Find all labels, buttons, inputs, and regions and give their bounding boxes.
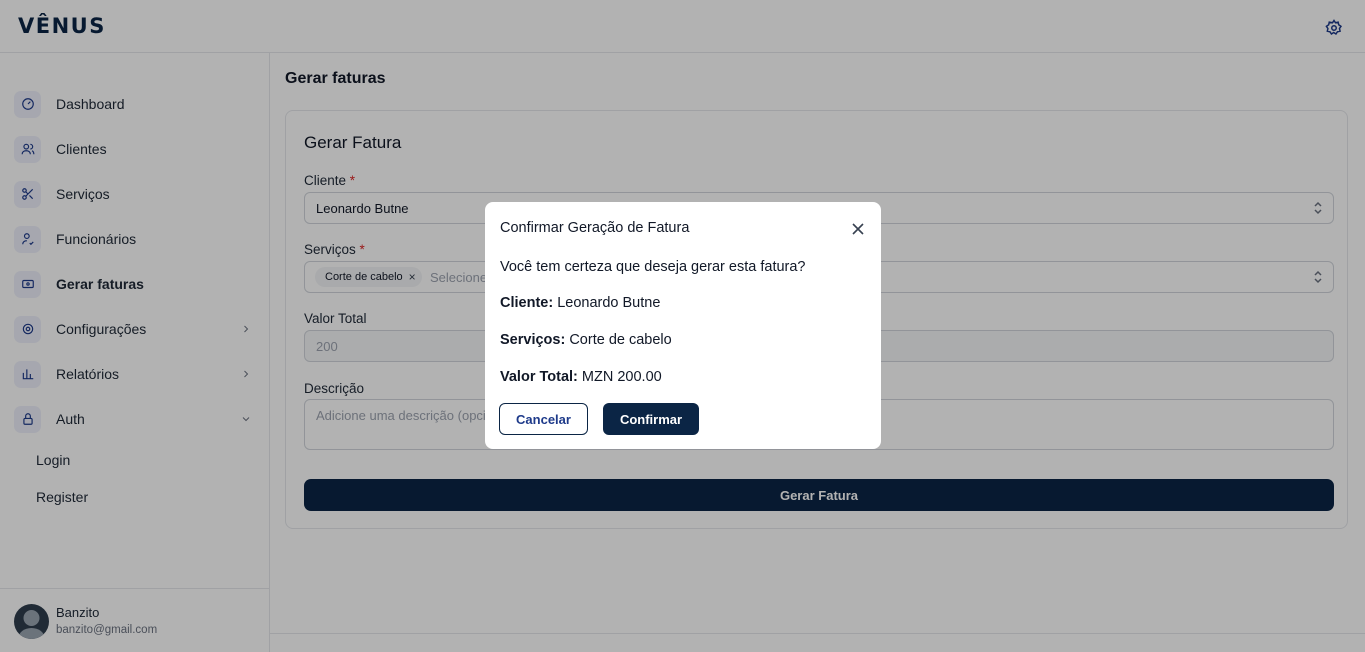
modal-servicos-row: Serviços: Corte de cabelo [500, 332, 672, 348]
modal-cliente-row: Cliente: Leonardo Butne [500, 295, 661, 311]
confirm-modal: Confirmar Geração de Fatura Você tem cer… [485, 202, 881, 449]
confirm-button[interactable]: Confirmar [603, 403, 699, 435]
modal-title: Confirmar Geração de Fatura [500, 220, 690, 236]
close-icon[interactable] [851, 222, 865, 236]
modal-valor-row: Valor Total: MZN 200.00 [500, 369, 662, 385]
modal-question: Você tem certeza que deseja gerar esta f… [500, 259, 806, 275]
cancel-button[interactable]: Cancelar [499, 403, 588, 435]
